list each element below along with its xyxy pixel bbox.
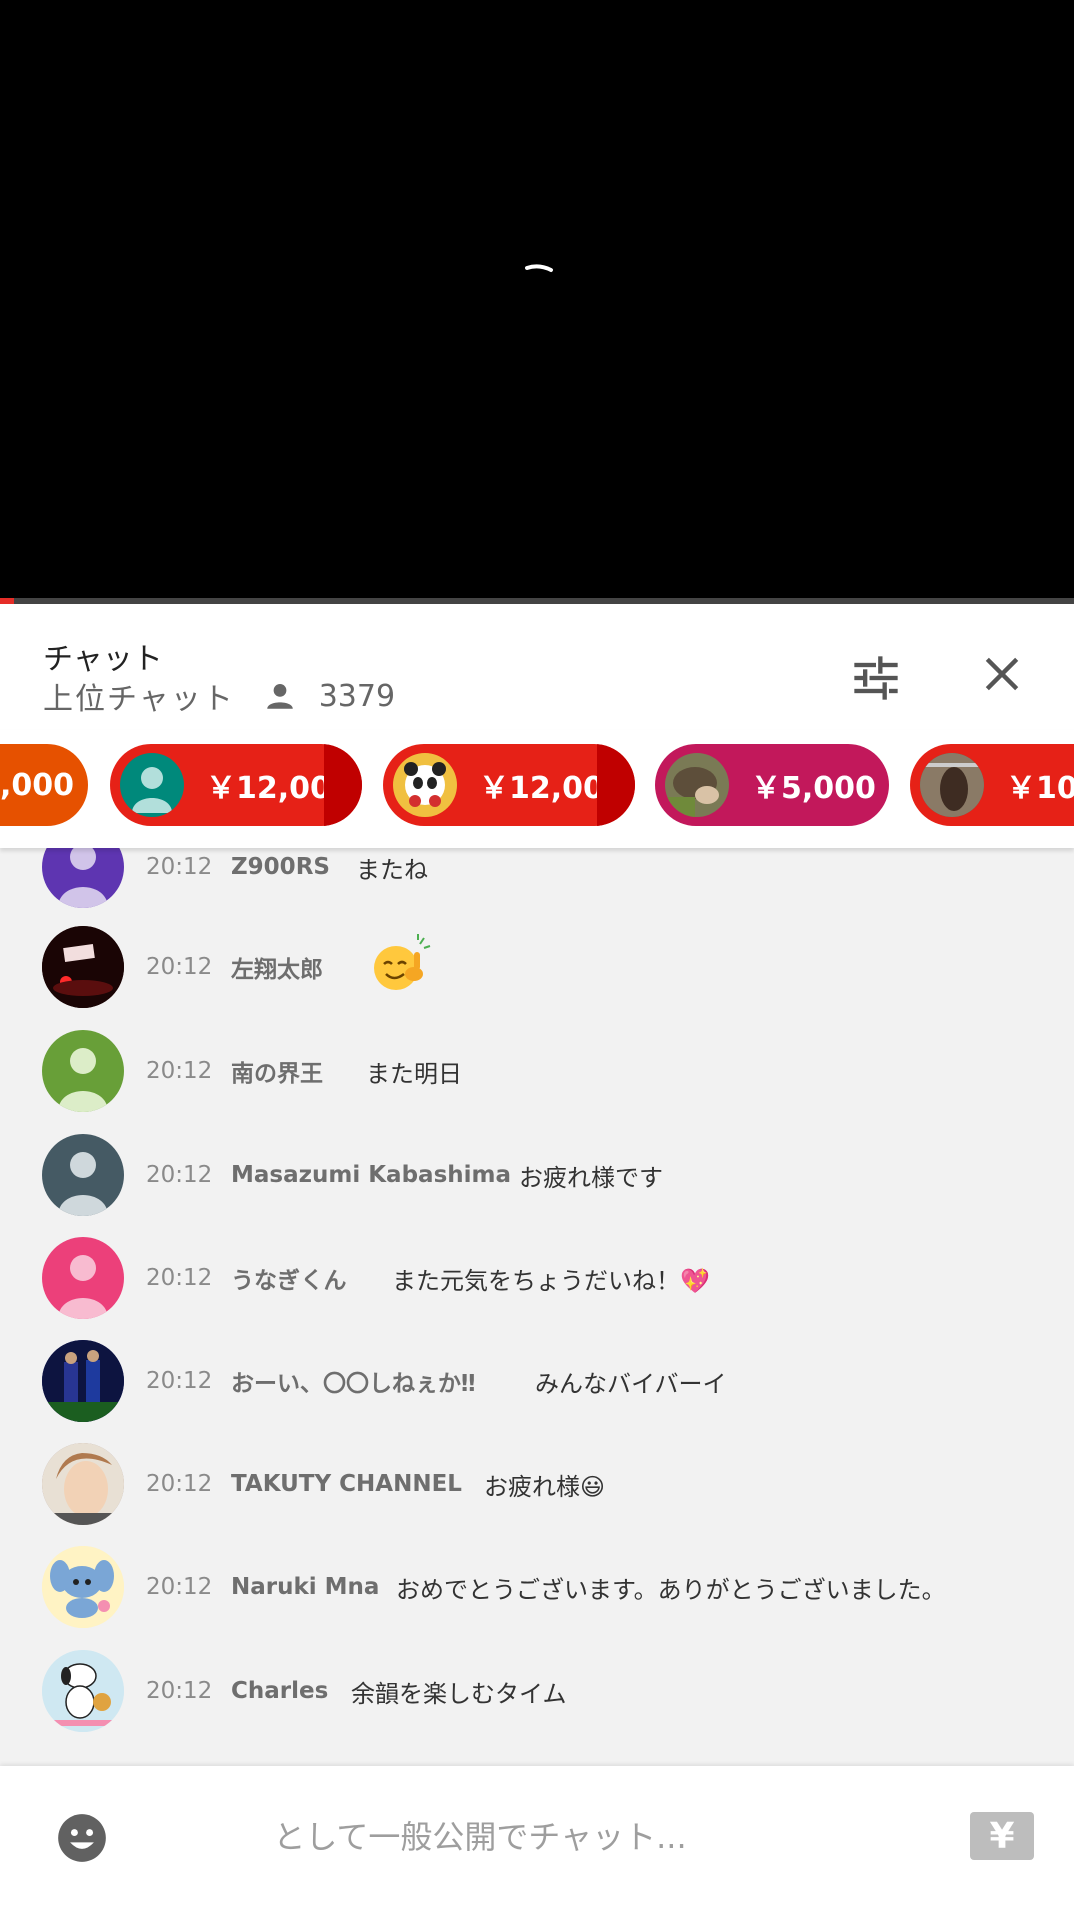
message-time: 20:12 xyxy=(146,1678,213,1704)
hugging-face-emoji-icon xyxy=(374,934,431,990)
chat-message[interactable]: 20:12 Z900RS またね xyxy=(0,848,1074,912)
message-text: また元気をちょうだいね！💖 xyxy=(392,1266,710,1295)
video-player[interactable] xyxy=(0,0,1074,600)
avatar[interactable] xyxy=(42,1030,124,1112)
super-chat-ticker[interactable]: ￥10, xyxy=(910,744,1074,826)
chat-message[interactable]: 20:12 Naruki Mna おめでとうございます。ありがとうございました。 xyxy=(0,1542,1074,1632)
avatar[interactable] xyxy=(42,1546,124,1628)
message-author[interactable]: おーい、〇〇しねぇか‼ xyxy=(231,1364,475,1398)
super-chat-ticker[interactable]: ,000 xyxy=(0,744,88,826)
avatar[interactable] xyxy=(42,1134,124,1216)
chat-message-list[interactable]: 20:12 Z900RS またね 20:12 左翔太郎 20:12 南の界王 ま… xyxy=(0,848,1074,1766)
message-time: 20:12 xyxy=(146,1471,213,1497)
message-text: またね xyxy=(356,855,428,884)
message-author[interactable]: うなぎくん xyxy=(231,1261,346,1295)
chat-header: チャット 上位チャット 3379 xyxy=(0,604,1074,730)
message-time: 20:12 xyxy=(146,1368,213,1394)
message-author[interactable]: 南の界王 xyxy=(231,1054,323,1088)
chat-title: チャット xyxy=(43,642,163,677)
message-text: おめでとうございます。ありがとうございました。 xyxy=(396,1575,946,1604)
hedgehog-avatar xyxy=(665,753,729,817)
message-time: 20:12 xyxy=(146,954,213,980)
message-text: 余韻を楽しむタイム xyxy=(351,1679,567,1708)
super-chat-ticker-bar: ,000 ￥12,000 ￥12,000 ￥5,000 ￥10, xyxy=(0,730,1074,848)
chat-message[interactable]: 20:12 左翔太郎 xyxy=(0,922,1074,1012)
message-time: 20:12 xyxy=(146,1058,213,1084)
emoji-icon[interactable] xyxy=(56,1812,108,1864)
chat-message[interactable]: 20:12 Charles 余韻を楽しむタイム xyxy=(0,1646,1074,1736)
message-text: みんなバイバーイ xyxy=(535,1369,727,1398)
avatar[interactable] xyxy=(42,926,124,1008)
message-time: 20:12 xyxy=(146,1265,213,1291)
teal-person-avatar xyxy=(120,753,184,817)
avatar[interactable] xyxy=(42,1650,124,1732)
message-time: 20:12 xyxy=(146,1574,213,1600)
viewer-count: 3379 xyxy=(318,678,396,714)
chat-message[interactable]: 20:12 TAKUTY CHANNEL お疲れ様😃 xyxy=(0,1439,1074,1529)
loading-spinner-icon xyxy=(525,264,553,272)
super-chat-ticker[interactable]: ￥12,000 xyxy=(383,744,635,826)
chat-mode-label[interactable]: 上位チャット xyxy=(43,674,235,718)
panda-avatar xyxy=(393,753,457,817)
horse-avatar xyxy=(920,753,984,817)
avatar[interactable] xyxy=(42,1237,124,1319)
message-time: 20:12 xyxy=(146,854,213,880)
message-text: お疲れ様です xyxy=(519,1163,663,1192)
chat-message[interactable]: 20:12 Masazumi Kabashima お疲れ様です xyxy=(0,1130,1074,1220)
message-author[interactable]: Charles xyxy=(231,1678,328,1704)
avatar[interactable] xyxy=(42,848,124,908)
tune-filter-icon[interactable] xyxy=(850,652,902,704)
message-author[interactable]: Naruki Mna xyxy=(231,1574,379,1600)
message-author[interactable]: TAKUTY CHANNEL xyxy=(231,1471,462,1497)
message-text: また明日 xyxy=(366,1059,462,1088)
chat-message[interactable]: 20:12 南の界王 また明日 xyxy=(0,1026,1074,1116)
chat-input[interactable] xyxy=(140,1802,820,1872)
message-author[interactable]: Masazumi Kabashima xyxy=(231,1162,511,1188)
close-icon[interactable] xyxy=(980,652,1024,696)
avatar[interactable] xyxy=(42,1340,124,1422)
person-icon xyxy=(266,683,293,709)
message-text: お疲れ様😃 xyxy=(484,1472,606,1501)
super-chat-ticker[interactable]: ￥5,000 xyxy=(655,744,889,826)
chat-mode-row[interactable]: 上位チャット 3379 xyxy=(43,674,395,718)
super-chat-ticker[interactable]: ￥12,000 xyxy=(110,744,362,826)
avatar[interactable] xyxy=(42,1443,124,1525)
message-author[interactable]: 左翔太郎 xyxy=(231,950,323,984)
message-author[interactable]: Z900RS xyxy=(231,854,330,880)
chat-message[interactable]: 20:12 うなぎくん また元気をちょうだいね！💖 xyxy=(0,1233,1074,1323)
chat-input-bar: ¥ xyxy=(0,1766,1074,1908)
message-time: 20:12 xyxy=(146,1162,213,1188)
super-chat-button[interactable]: ¥ xyxy=(970,1812,1034,1860)
chat-message[interactable]: 20:12 おーい、〇〇しねぇか‼ みんなバイバーイ xyxy=(0,1336,1074,1426)
